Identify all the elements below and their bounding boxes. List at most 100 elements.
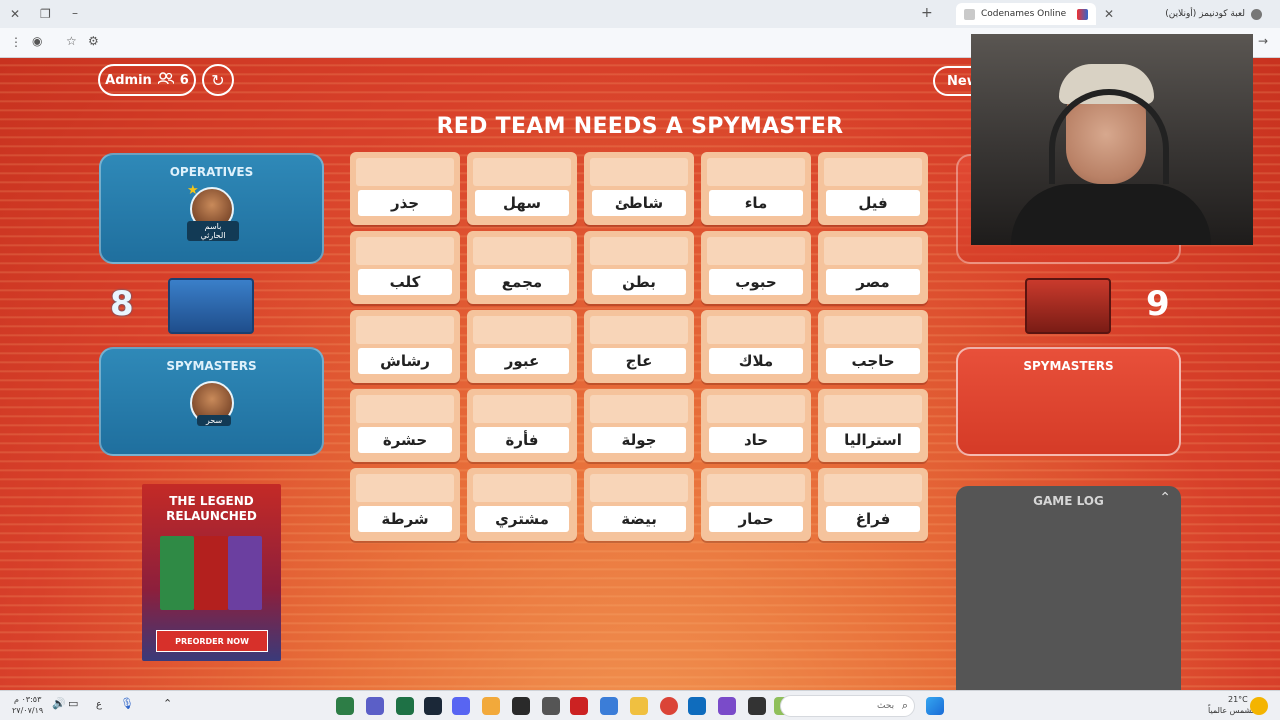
menu-dots-icon[interactable]: ⋮ bbox=[10, 35, 22, 49]
word-card[interactable]: رشاش bbox=[350, 310, 460, 383]
restore-window-icon[interactable]: ❐ bbox=[40, 7, 51, 21]
word-card-label: مجمع bbox=[475, 269, 569, 295]
status-headline: RED TEAM NEEDS A SPYMASTER bbox=[436, 114, 844, 139]
screen-icon[interactable]: ▭ bbox=[68, 698, 78, 709]
spymaster-name: سحر bbox=[197, 415, 231, 426]
tab-extension-icon bbox=[1077, 8, 1088, 20]
taskbar-search[interactable]: بحث ⌕ bbox=[780, 695, 915, 717]
word-card-top bbox=[824, 316, 922, 344]
promo-title-line1: THE LEGEND bbox=[169, 494, 254, 508]
word-card-top bbox=[590, 237, 688, 265]
app-icon-terminal[interactable] bbox=[748, 697, 766, 715]
chevron-up-icon[interactable]: ⌃ bbox=[1159, 490, 1171, 506]
promo-banner[interactable]: THE LEGEND RELAUNCHED PREORDER NOW bbox=[142, 484, 281, 661]
word-card[interactable]: شاطئ bbox=[584, 152, 694, 225]
word-card[interactable]: شرطة bbox=[350, 468, 460, 541]
close-window-icon[interactable]: ✕ bbox=[10, 7, 20, 21]
bookmark-star-icon[interactable]: ☆ bbox=[66, 34, 77, 48]
word-card[interactable]: حشرة bbox=[350, 389, 460, 462]
app-icon-teams[interactable] bbox=[366, 697, 384, 715]
app-icon-unity[interactable] bbox=[542, 697, 560, 715]
app-icon-excel[interactable] bbox=[396, 697, 414, 715]
site-settings-icon[interactable]: ⚙ bbox=[88, 34, 99, 48]
weather-icon[interactable] bbox=[1250, 697, 1268, 715]
promo-box-green bbox=[160, 536, 194, 610]
word-card[interactable]: بطن bbox=[584, 231, 694, 304]
word-card[interactable]: جذر bbox=[350, 152, 460, 225]
word-card[interactable]: فراغ bbox=[818, 468, 928, 541]
admin-label: Admin bbox=[105, 72, 152, 88]
microphone-icon[interactable]: 🎙 bbox=[120, 698, 134, 709]
word-card-top bbox=[824, 158, 922, 186]
volume-icon[interactable]: 🔊 bbox=[52, 698, 66, 709]
word-card[interactable]: حبوب bbox=[701, 231, 811, 304]
word-card[interactable]: كلب bbox=[350, 231, 460, 304]
word-card[interactable]: ملاك bbox=[701, 310, 811, 383]
word-card-label: فراغ bbox=[826, 506, 920, 532]
word-card-top bbox=[356, 237, 454, 265]
red-spymasters-panel[interactable]: SPYMASTERS bbox=[956, 347, 1181, 456]
promo-box-purple bbox=[228, 536, 262, 610]
promo-product-image bbox=[160, 536, 264, 612]
word-card-top bbox=[707, 237, 805, 265]
word-card[interactable]: عاج bbox=[584, 310, 694, 383]
word-card[interactable]: استراليا bbox=[818, 389, 928, 462]
word-card-top bbox=[473, 237, 571, 265]
players-count: 6 bbox=[179, 72, 189, 88]
word-card-label: رشاش bbox=[358, 348, 452, 374]
blue-operatives-title: OPERATIVES bbox=[169, 165, 254, 179]
forward-arrow-icon[interactable]: → bbox=[1258, 34, 1268, 48]
app-icon-game[interactable] bbox=[570, 697, 588, 715]
close-tab-icon[interactable]: ✕ bbox=[1104, 7, 1114, 21]
clock-time: ٠٣:٥٣ م bbox=[14, 695, 42, 704]
tab-arabic-codenames[interactable]: لعبة كودنيمز (أونلاين) bbox=[1150, 3, 1270, 25]
word-card[interactable]: فيل bbox=[818, 152, 928, 225]
word-card[interactable]: عبور bbox=[467, 310, 577, 383]
webcam-overlay bbox=[971, 34, 1253, 245]
word-card[interactable]: حمار bbox=[701, 468, 811, 541]
app-icon-outlook[interactable] bbox=[688, 697, 706, 715]
word-card[interactable]: مصر bbox=[818, 231, 928, 304]
reset-icon: ↻ bbox=[211, 70, 225, 90]
word-card-label: بطن bbox=[592, 269, 686, 295]
word-card-label: شاطئ bbox=[592, 190, 686, 216]
app-icon-discord[interactable] bbox=[452, 697, 470, 715]
app-icon-1[interactable] bbox=[336, 697, 354, 715]
word-board: جذر سهل شاطئ ماء فيل كلب مجمع بطن حبوب مصر رشاش عبو… bbox=[350, 152, 930, 544]
word-card-top bbox=[356, 395, 454, 423]
app-icon-epic[interactable] bbox=[512, 697, 530, 715]
word-card[interactable]: ماء bbox=[701, 152, 811, 225]
word-card[interactable]: مشتري bbox=[467, 468, 577, 541]
minimize-window-icon[interactable]: – bbox=[72, 6, 78, 20]
app-icon-steam[interactable] bbox=[424, 697, 442, 715]
word-card-label: سهل bbox=[475, 190, 569, 216]
word-card-label: حبوب bbox=[709, 269, 803, 295]
profile-icon[interactable]: ◉ bbox=[32, 34, 42, 48]
word-card-top bbox=[824, 395, 922, 423]
app-icon-headset[interactable] bbox=[482, 697, 500, 715]
app-icon-files[interactable] bbox=[630, 697, 648, 715]
app-icon-store[interactable] bbox=[600, 697, 618, 715]
word-card-top bbox=[473, 395, 571, 423]
reset-game-button[interactable]: ↻ bbox=[202, 64, 234, 96]
taskbar: ٠٣:٥٣ م ٢٧/٠٧/١٩ 🔊 ▭ ع 🎙 ⌃ بحث ⌕ 21°C مش… bbox=[0, 690, 1280, 720]
word-card-top bbox=[356, 158, 454, 186]
admin-button[interactable]: Admin 6 bbox=[98, 64, 196, 96]
chevron-up-icon[interactable]: ⌃ bbox=[163, 698, 172, 709]
word-card[interactable]: سهل bbox=[467, 152, 577, 225]
new-tab-button[interactable]: + bbox=[921, 6, 933, 20]
word-card[interactable]: مجمع bbox=[467, 231, 577, 304]
preorder-button[interactable]: PREORDER NOW bbox=[156, 630, 268, 652]
app-icon-6[interactable] bbox=[718, 697, 736, 715]
blue-spymasters-title: SPYMASTERS bbox=[166, 359, 257, 373]
app-icon-chrome[interactable] bbox=[660, 697, 678, 715]
word-card-label: ماء bbox=[709, 190, 803, 216]
word-card[interactable]: حاد bbox=[701, 389, 811, 462]
language-indicator[interactable]: ع bbox=[96, 700, 102, 710]
word-card[interactable]: جولة bbox=[584, 389, 694, 462]
windows-start-icon[interactable] bbox=[926, 697, 944, 715]
tab-codenames-online[interactable]: Codenames Online bbox=[956, 3, 1096, 25]
word-card[interactable]: حاجب bbox=[818, 310, 928, 383]
word-card[interactable]: فأرة bbox=[467, 389, 577, 462]
word-card[interactable]: بيضة bbox=[584, 468, 694, 541]
